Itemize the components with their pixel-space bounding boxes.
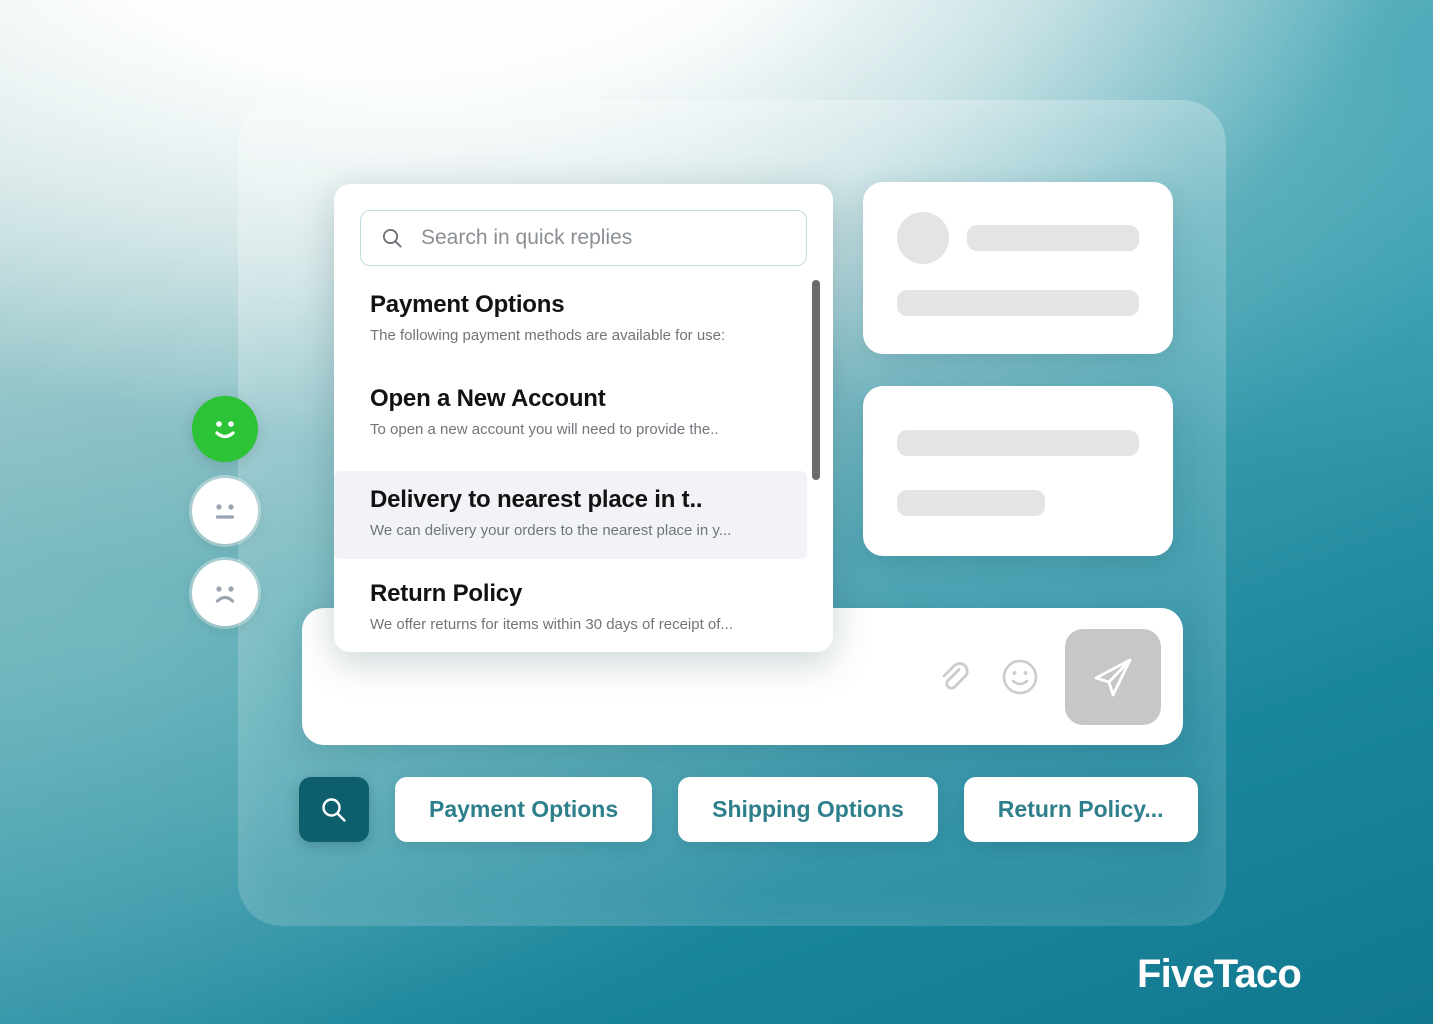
placeholder-row xyxy=(897,212,1139,264)
quick-reply-title: Return Policy xyxy=(370,579,523,607)
quick-reply-list: Payment Options The following payment me… xyxy=(334,284,833,648)
quick-reply-subtitle: To open a new account you will need to p… xyxy=(370,420,719,438)
emoji-picker-button[interactable] xyxy=(997,654,1043,700)
happy-face-icon xyxy=(215,421,235,439)
search-icon xyxy=(322,797,346,822)
sentiment-neutral-button[interactable] xyxy=(192,478,258,544)
quick-reply-title: Payment Options xyxy=(370,291,565,318)
outgoing-message-placeholder xyxy=(863,386,1173,556)
search-input[interactable] xyxy=(419,225,786,251)
sentiment-happy-button[interactable] xyxy=(192,396,258,462)
chip-return-policy[interactable]: Return Policy... xyxy=(963,777,1198,842)
brand-logo: FiveTaco xyxy=(1136,952,1302,996)
quick-action-chip-row: Payment Options Shipping Options Return … xyxy=(299,777,1198,842)
quick-reply-item-open-a-new-account[interactable]: Open a New Account To open a new account… xyxy=(334,378,807,454)
sad-face-icon xyxy=(215,586,235,603)
neutral-face-icon xyxy=(215,504,235,519)
sentiment-rating-rail xyxy=(192,396,262,642)
search-icon xyxy=(382,228,402,248)
quick-reply-item-return-policy[interactable]: Return Policy We offer returns for items… xyxy=(334,573,807,649)
placeholder-line xyxy=(967,225,1139,251)
quick-reply-title: Open a New Account xyxy=(370,384,606,412)
paperclip-icon xyxy=(942,661,969,690)
quick-reply-title: Delivery to nearest place in t.. xyxy=(370,486,703,513)
search-container xyxy=(334,184,833,266)
quick-reply-item-delivery-to-nearest-place[interactable]: Delivery to nearest place in t.. We can … xyxy=(334,471,807,559)
composer-actions xyxy=(929,608,1161,745)
chip-payment-options[interactable]: Payment Options xyxy=(395,777,653,842)
chip-shipping-options[interactable]: Shipping Options xyxy=(678,777,938,842)
quick-replies-popover: Payment Options The following payment me… xyxy=(334,184,833,652)
send-button[interactable] xyxy=(1065,628,1161,725)
sentiment-sad-button[interactable] xyxy=(192,560,258,626)
placeholder-line xyxy=(897,430,1139,456)
placeholder-line xyxy=(897,490,1045,516)
send-plane-icon xyxy=(1094,658,1132,696)
quick-reply-subtitle: The following payment methods are availa… xyxy=(370,327,726,344)
incoming-message-placeholder xyxy=(863,182,1173,354)
avatar xyxy=(897,212,949,264)
quick-reply-search-button[interactable] xyxy=(299,777,369,842)
smiley-icon xyxy=(1002,659,1038,694)
search-box[interactable] xyxy=(360,210,807,266)
placeholder-line xyxy=(897,290,1139,316)
quick-reply-scrollbar[interactable] xyxy=(812,280,820,652)
quick-reply-item-payment-options[interactable]: Payment Options The following payment me… xyxy=(334,284,807,360)
quick-reply-subtitle: We can delivery your orders to the neare… xyxy=(370,522,732,539)
scrollbar-thumb[interactable] xyxy=(812,280,820,480)
quick-reply-subtitle: We offer returns for items within 30 day… xyxy=(370,615,733,633)
attachment-button[interactable] xyxy=(929,654,975,700)
